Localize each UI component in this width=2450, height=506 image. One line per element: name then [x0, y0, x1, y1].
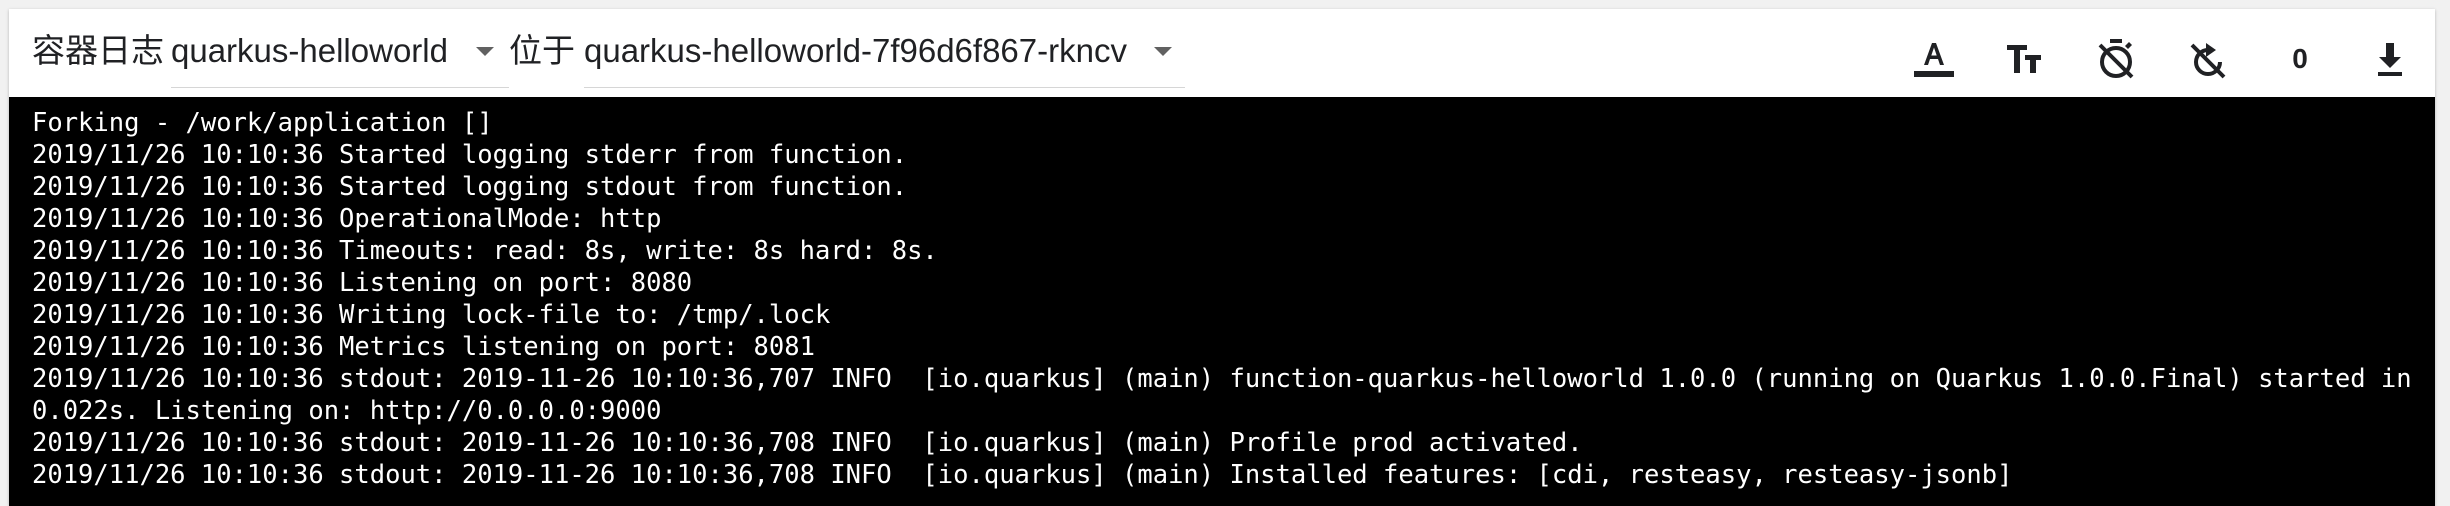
logs-toolbar: 容器日志 quarkus-helloworld 位于 quarkus-hello… — [9, 9, 2435, 97]
chevron-down-icon — [476, 47, 494, 56]
log-line: 2019/11/26 10:10:36 OperationalMode: htt… — [32, 204, 662, 234]
text-color-icon — [1914, 43, 1954, 77]
chevron-down-icon — [1154, 47, 1172, 56]
logs-panel: 容器日志 quarkus-helloworld 位于 quarkus-hello… — [9, 9, 2435, 506]
log-line: 2019/11/26 10:10:36 Started logging stde… — [32, 140, 908, 170]
text-color-button[interactable] — [1910, 35, 1958, 83]
timestamp-toggle-button[interactable] — [2092, 35, 2140, 83]
text-size-icon — [2007, 45, 2041, 73]
log-output[interactable]: Forking - /work/application [] 2019/11/2… — [9, 97, 2435, 506]
container-logs-label: 容器日志 — [32, 32, 164, 69]
timer-off-icon — [2098, 39, 2134, 79]
auto-refresh-button[interactable] — [2184, 35, 2232, 83]
download-button[interactable] — [2366, 35, 2414, 83]
auto-refresh-off-icon — [2190, 43, 2226, 79]
log-line: Forking - /work/application [] — [32, 108, 493, 138]
line-count: 0 — [2292, 43, 2308, 74]
log-line: 2019/11/26 10:10:36 stdout: 2019-11-26 1… — [32, 460, 2013, 490]
container-select[interactable]: quarkus-helloworld — [171, 31, 509, 88]
log-scrollbar[interactable] — [2417, 97, 2435, 506]
pod-select[interactable]: quarkus-helloworld-7f96d6f867-rkncv — [584, 31, 1185, 88]
log-line: 2019/11/26 10:10:36 Metrics listening on… — [32, 332, 815, 362]
pod-in-label: 位于 — [509, 32, 575, 69]
log-line: 2019/11/26 10:10:36 stdout: 2019-11-26 1… — [32, 364, 2412, 394]
text-size-button[interactable] — [2001, 35, 2049, 83]
pod-select-value: quarkus-helloworld-7f96d6f867-rkncv — [584, 32, 1127, 69]
log-line: 2019/11/26 10:10:36 Listening on port: 8… — [32, 268, 693, 298]
log-line: 2019/11/26 10:10:36 stdout: 2019-11-26 1… — [32, 428, 1583, 458]
container-select-value: quarkus-helloworld — [171, 32, 448, 69]
log-line: 2019/11/26 10:10:36 Timeouts: read: 8s, … — [32, 236, 938, 266]
download-icon — [2378, 43, 2402, 76]
log-line: 2019/11/26 10:10:36 Started logging stdo… — [32, 172, 908, 202]
log-line: 2019/11/26 10:10:36 Writing lock-file to… — [32, 300, 831, 330]
log-line: 0.022s. Listening on: http://0.0.0.0:900… — [32, 396, 662, 426]
